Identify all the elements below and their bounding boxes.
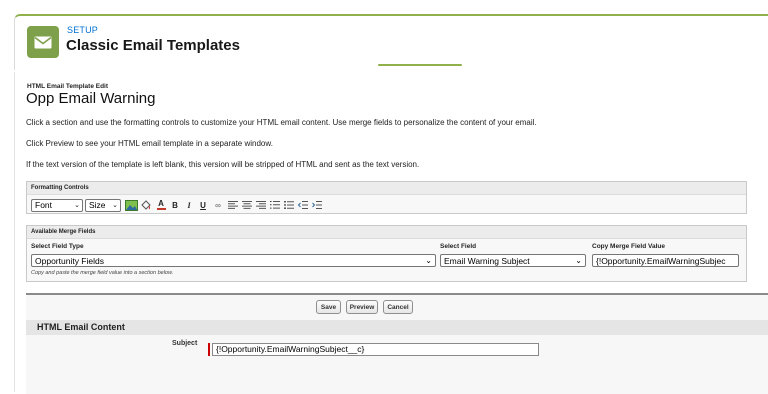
chevron-down-icon: ⌄ xyxy=(112,202,118,209)
font-color-icon[interactable]: A xyxy=(155,199,167,212)
intro-text: If the text version of the template is l… xyxy=(26,160,420,169)
required-indicator xyxy=(208,343,210,356)
unordered-list-icon[interactable] xyxy=(283,199,295,212)
setup-kicker: SETUP xyxy=(67,25,99,35)
link-icon[interactable]: ∞ xyxy=(211,199,225,212)
field-type-select[interactable]: Opportunity Fields ⌄ xyxy=(31,254,436,267)
formatting-controls-panel: Formatting Controls Font ⌄ Size ⌄ A B I … xyxy=(26,181,747,214)
subject-label: Subject xyxy=(172,340,198,347)
indent-icon[interactable] xyxy=(311,199,323,212)
save-button[interactable]: Save xyxy=(316,300,341,314)
size-select-value: Size xyxy=(89,200,106,210)
chevron-down-icon: ⌄ xyxy=(425,256,432,265)
outdent-icon[interactable] xyxy=(297,199,309,212)
underline-icon[interactable]: U xyxy=(197,199,209,212)
paint-bucket-icon[interactable] xyxy=(140,199,151,212)
select-field-label: Select Field xyxy=(440,243,477,250)
align-right-icon[interactable] xyxy=(255,199,267,212)
select-field-select[interactable]: Email Warning Subject ⌄ xyxy=(440,254,586,267)
copy-merge-label: Copy Merge Field Value xyxy=(592,243,665,250)
html-content-block: Save Preview Cancel HTML Email Content S… xyxy=(26,293,768,394)
subject-input[interactable]: {!Opportunity.EmailWarningSubject__c} xyxy=(212,343,539,356)
copy-merge-field-input[interactable]: {!Opportunity.EmailWarningSubjec xyxy=(592,254,739,267)
html-content-section-title: HTML Email Content xyxy=(26,320,768,335)
preview-button[interactable]: Preview xyxy=(346,300,378,314)
page-title: Opp Email Warning xyxy=(26,90,156,107)
image-icon[interactable] xyxy=(125,199,138,212)
copy-merge-value: {!Opportunity.EmailWarningSubjec xyxy=(596,255,726,266)
select-field-value: Email Warning Subject xyxy=(444,255,530,266)
font-select[interactable]: Font ⌄ xyxy=(31,198,83,212)
font-select-value: Font xyxy=(35,200,53,210)
header-divider xyxy=(378,64,462,66)
edit-kicker: HTML Email Template Edit xyxy=(27,83,109,90)
bold-icon[interactable]: B xyxy=(169,199,181,212)
merge-hint: Copy and paste the merge field value int… xyxy=(31,270,174,276)
field-type-label: Select Field Type xyxy=(31,243,84,250)
align-left-icon[interactable] xyxy=(227,199,239,212)
align-center-icon[interactable] xyxy=(241,199,253,212)
formatting-toolbar: Font ⌄ Size ⌄ A B I U ∞ xyxy=(31,198,325,212)
ordered-list-icon[interactable] xyxy=(269,199,281,212)
intro-text: Click Preview to see your HTML email tem… xyxy=(26,139,273,148)
envelope-icon xyxy=(27,26,59,58)
cancel-button[interactable]: Cancel xyxy=(383,300,413,314)
chevron-down-icon: ⌄ xyxy=(575,256,582,265)
setup-header: SETUP Classic Email Templates xyxy=(14,14,768,70)
intro-text: Click a section and use the formatting c… xyxy=(26,118,537,127)
field-type-value: Opportunity Fields xyxy=(35,255,104,266)
merge-fields-panel: Available Merge Fields Select Field Type… xyxy=(26,225,747,282)
page-header-title: Classic Email Templates xyxy=(66,37,240,54)
content-left-border xyxy=(14,72,15,392)
italic-icon[interactable]: I xyxy=(183,199,195,212)
merge-fields-header: Available Merge Fields xyxy=(27,226,746,239)
chevron-down-icon: ⌄ xyxy=(74,202,80,209)
formatting-controls-header: Formatting Controls xyxy=(27,182,746,195)
size-select[interactable]: Size ⌄ xyxy=(85,198,121,212)
